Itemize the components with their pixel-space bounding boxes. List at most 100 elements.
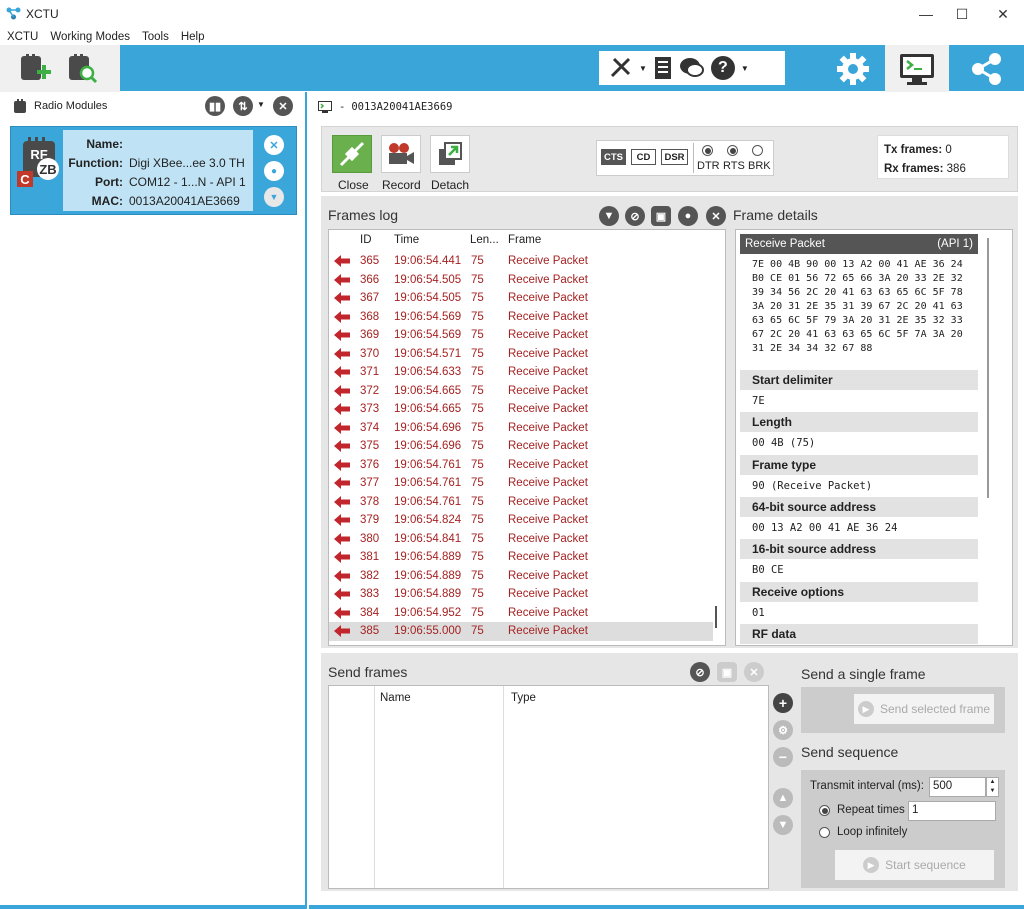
table-row[interactable]: 370 19:06:54.571 75 Receive Packet xyxy=(329,345,713,364)
col-time[interactable]: Time xyxy=(394,234,419,246)
frames-log-scrollbar[interactable] xyxy=(709,254,723,644)
transmit-interval-input[interactable]: 500 xyxy=(929,777,986,797)
frame-time: 19:06:54.889 xyxy=(394,551,462,563)
table-row[interactable]: 382 19:06:54.889 75 Receive Packet xyxy=(329,567,713,586)
remove-frame-icon[interactable]: − xyxy=(773,747,793,767)
remove-send-frame-icon[interactable]: ✕ xyxy=(744,662,764,682)
help-dropdown-icon[interactable]: ▼ xyxy=(741,64,749,73)
menu-help[interactable]: Help xyxy=(181,31,205,43)
move-down-icon[interactable]: ▼ xyxy=(773,815,793,835)
save-frames-icon[interactable]: ▣ xyxy=(651,206,671,226)
move-up-icon[interactable]: ▲ xyxy=(773,788,793,808)
compare-modules-icon[interactable]: ▮▮ xyxy=(205,96,225,116)
video-camera-icon xyxy=(389,143,414,164)
tools-icon[interactable] xyxy=(609,56,633,80)
close-window-button[interactable]: ✕ xyxy=(985,0,1021,28)
remove-all-modules-icon[interactable]: ✕ xyxy=(273,96,293,116)
col-frame[interactable]: Frame xyxy=(508,234,541,246)
table-row[interactable]: 379 19:06:54.824 75 Receive Packet xyxy=(329,511,713,530)
table-row[interactable]: 373 19:06:54.665 75 Receive Packet xyxy=(329,400,713,419)
send-selected-frame-button[interactable]: ▶ Send selected frame xyxy=(853,693,995,725)
xctu-logo-icon xyxy=(6,7,21,20)
table-row[interactable]: 366 19:06:54.505 75 Receive Packet xyxy=(329,271,713,290)
consoles-mode-button[interactable] xyxy=(885,45,949,92)
disconnect-module-icon[interactable]: ✕ xyxy=(264,135,284,155)
send-single-frame-group: ▶ Send selected frame xyxy=(801,687,1005,733)
details-scrollbar-thumb[interactable] xyxy=(987,238,989,498)
close-frames-log-icon[interactable]: ✕ xyxy=(706,206,726,226)
table-row[interactable]: 381 19:06:54.889 75 Receive Packet xyxy=(329,548,713,567)
clear-send-frames-icon[interactable]: ⊘ xyxy=(690,662,710,682)
col-length[interactable]: Len... xyxy=(470,234,499,246)
field-header[interactable]: 16-bit source address xyxy=(740,539,978,560)
field-header[interactable]: 64-bit source address xyxy=(740,496,978,517)
console-tab[interactable]: - 0013A20041AE3669 xyxy=(317,98,452,116)
table-row[interactable]: 365 19:06:54.441 75 Receive Packet xyxy=(329,252,713,271)
start-sequence-button[interactable]: ▶ Start sequence xyxy=(834,849,995,881)
col-name[interactable]: Name xyxy=(380,692,411,704)
table-row[interactable]: 378 19:06:54.761 75 Receive Packet xyxy=(329,493,713,512)
dtr-toggle[interactable] xyxy=(702,145,713,156)
brk-label: BRK xyxy=(748,160,771,172)
lock-scroll-icon[interactable]: ● xyxy=(678,206,698,226)
table-row[interactable]: 371 19:06:54.633 75 Receive Packet xyxy=(329,363,713,382)
received-arrow-icon xyxy=(334,366,350,378)
repeat-times-input[interactable]: 1 xyxy=(908,801,996,821)
col-type[interactable]: Type xyxy=(511,692,536,704)
record-button[interactable] xyxy=(381,135,421,173)
table-row[interactable]: 368 19:06:54.569 75 Receive Packet xyxy=(329,308,713,327)
brk-toggle[interactable] xyxy=(752,145,763,156)
frame-id: 384 xyxy=(360,606,380,619)
field-header[interactable]: Frame type xyxy=(740,454,978,475)
add-frame-icon[interactable]: + xyxy=(773,693,793,713)
close-connection-button[interactable] xyxy=(332,135,372,173)
configuration-mode-button[interactable] xyxy=(822,45,884,92)
discover-devices-button[interactable] xyxy=(64,51,100,87)
field-header[interactable]: Receive options xyxy=(740,581,978,602)
col-id[interactable]: ID xyxy=(360,234,372,246)
tools-dropdown-icon[interactable]: ▼ xyxy=(639,64,647,73)
table-row[interactable]: 369 19:06:54.569 75 Receive Packet xyxy=(329,326,713,345)
table-row[interactable]: 375 19:06:54.696 75 Receive Packet xyxy=(329,437,713,456)
sort-dropdown-icon[interactable]: ▼ xyxy=(257,100,265,109)
feedback-icon[interactable] xyxy=(679,56,705,80)
help-icon[interactable]: ? xyxy=(710,56,735,80)
profile-icon[interactable] xyxy=(653,56,673,80)
table-row[interactable]: 377 19:06:54.761 75 Receive Packet xyxy=(329,474,713,493)
frame-length: 75 xyxy=(471,551,484,563)
table-row[interactable]: 383 19:06:54.889 75 Receive Packet xyxy=(329,585,713,604)
sort-modules-icon[interactable]: ⇅ xyxy=(233,96,253,116)
loop-infinitely-radio[interactable] xyxy=(819,827,830,838)
table-row[interactable]: 367 19:06:54.505 75 Receive Packet xyxy=(329,289,713,308)
repeat-times-radio[interactable] xyxy=(819,805,830,816)
scrollbar-thumb[interactable] xyxy=(715,606,717,628)
frame-id: 366 xyxy=(360,273,380,286)
save-send-frames-icon[interactable]: ▣ xyxy=(717,662,737,682)
module-network-icon[interactable]: ● xyxy=(264,161,284,181)
rts-toggle[interactable] xyxy=(727,145,738,156)
field-header[interactable]: RF data xyxy=(740,623,978,644)
maximize-button[interactable]: ☐ xyxy=(944,0,980,28)
network-mode-button[interactable] xyxy=(950,45,1024,92)
table-row[interactable]: 380 19:06:54.841 75 Receive Packet xyxy=(329,530,713,549)
module-function-label: Function: xyxy=(68,155,123,170)
add-device-button[interactable] xyxy=(16,51,52,87)
field-header[interactable]: Length xyxy=(740,412,978,433)
table-row[interactable]: 374 19:06:54.696 75 Receive Packet xyxy=(329,419,713,438)
expand-module-icon[interactable]: ▼ xyxy=(264,187,284,207)
edit-frame-icon[interactable]: ⚙ xyxy=(773,720,793,740)
menu-xctu[interactable]: XCTU xyxy=(7,31,38,43)
radio-module-card[interactable]: RF ZB C Name: Function: Digi XBee...ee 3.… xyxy=(10,126,297,215)
table-row[interactable]: 385 19:06:55.000 75 Receive Packet xyxy=(329,622,713,641)
table-row[interactable]: 384 19:06:54.952 75 Receive Packet xyxy=(329,604,713,623)
interval-spinner[interactable]: ▲ ▼ xyxy=(986,777,999,797)
field-header[interactable]: Start delimiter xyxy=(740,370,978,390)
filter-frames-icon[interactable]: ▼ xyxy=(599,206,619,226)
menu-tools[interactable]: Tools xyxy=(142,31,169,43)
menu-working-modes[interactable]: Working Modes xyxy=(50,31,130,43)
minimize-button[interactable]: — xyxy=(908,0,944,28)
table-row[interactable]: 372 19:06:54.665 75 Receive Packet xyxy=(329,382,713,401)
clear-frames-icon[interactable]: ⊘ xyxy=(625,206,645,226)
table-row[interactable]: 376 19:06:54.761 75 Receive Packet xyxy=(329,456,713,475)
detach-button[interactable] xyxy=(430,135,470,173)
